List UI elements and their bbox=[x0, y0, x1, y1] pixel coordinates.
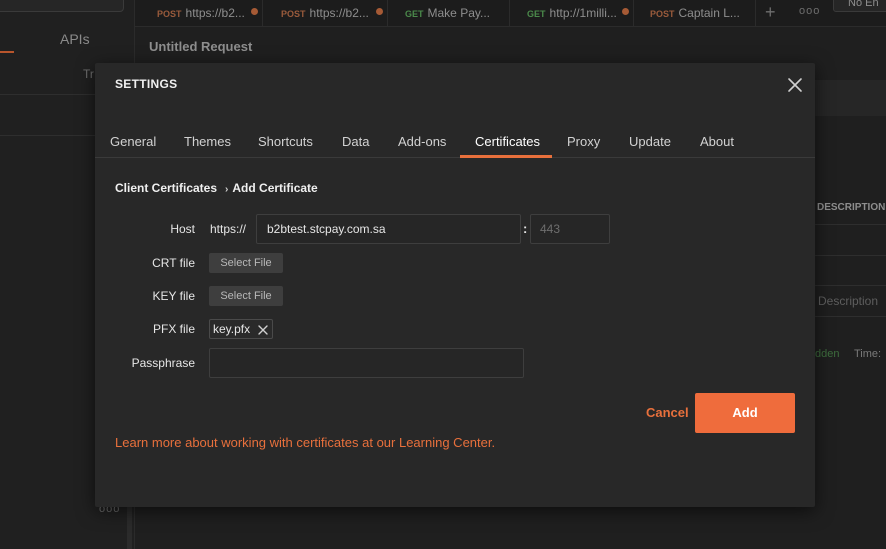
pfx-file-name: key.pfx bbox=[213, 322, 251, 336]
breadcrumb: Client Certificates › Add Certificate bbox=[115, 181, 318, 195]
sidebar-scrollbar[interactable] bbox=[127, 505, 132, 549]
method-badge: GET bbox=[527, 9, 546, 19]
sidebar-search-input[interactable] bbox=[0, 0, 124, 12]
pfx-file-label: PFX file bbox=[152, 322, 195, 336]
request-tab[interactable]: POST Captain L... bbox=[640, 0, 756, 26]
settings-modal: SETTINGS General Themes Shortcuts Data A… bbox=[95, 63, 815, 507]
host-protocol-prefix: https:// bbox=[210, 222, 247, 236]
tab-certificates[interactable]: Certificates bbox=[475, 134, 540, 149]
modal-title: SETTINGS bbox=[115, 77, 178, 91]
tab-shortcuts[interactable]: Shortcuts bbox=[258, 134, 313, 149]
cancel-button[interactable]: Cancel bbox=[646, 405, 689, 420]
method-badge: POST bbox=[157, 9, 182, 19]
tab-update[interactable]: Update bbox=[629, 134, 671, 149]
request-tab-title: http://1milli... bbox=[549, 6, 617, 20]
tab-data[interactable]: Data bbox=[342, 134, 369, 149]
environment-select[interactable]: No En bbox=[833, 0, 886, 12]
tab-add-ons[interactable]: Add-ons bbox=[398, 134, 446, 149]
unsaved-dot-icon bbox=[376, 8, 383, 15]
method-badge: GET bbox=[405, 9, 424, 19]
crt-file-label: CRT file bbox=[152, 256, 195, 270]
port-separator: : bbox=[523, 221, 528, 236]
settings-tabs: General Themes Shortcuts Data Add-ons Ce… bbox=[95, 122, 815, 158]
method-badge: POST bbox=[281, 9, 306, 19]
passphrase-label: Passphrase bbox=[131, 356, 195, 370]
request-tab-title: https://b2... bbox=[309, 6, 369, 20]
port-input[interactable]: 443 bbox=[530, 214, 610, 244]
key-select-file-button[interactable]: Select File bbox=[209, 286, 283, 306]
request-title: Untitled Request bbox=[149, 39, 253, 54]
method-badge: POST bbox=[650, 9, 675, 19]
unsaved-dot-icon bbox=[622, 8, 629, 15]
table-row-divider bbox=[815, 316, 886, 317]
request-tab[interactable]: POST https://b2... bbox=[147, 0, 263, 26]
crt-select-file-button[interactable]: Select File bbox=[209, 253, 283, 273]
description-column-header: DESCRIPTION bbox=[817, 202, 886, 213]
sidebar-active-tab-indicator bbox=[0, 51, 14, 53]
request-tab-title: Captain L... bbox=[678, 6, 740, 20]
sidebar-tab-apis[interactable]: APIs bbox=[60, 31, 90, 47]
add-button[interactable]: Add bbox=[695, 393, 795, 433]
unsaved-dot-icon bbox=[251, 8, 258, 15]
hidden-label: dden bbox=[815, 348, 840, 360]
remove-file-close-icon[interactable] bbox=[257, 323, 269, 335]
request-tab[interactable]: GET Make Pay... bbox=[395, 0, 510, 26]
learning-center-link[interactable]: Learn more about working with certificat… bbox=[115, 435, 495, 450]
host-input[interactable]: b2btest.stcpay.com.sa bbox=[256, 214, 521, 244]
request-tab[interactable]: POST https://b2... bbox=[271, 0, 388, 26]
chevron-right-icon: › bbox=[225, 184, 229, 195]
breadcrumb-client-certificates[interactable]: Client Certificates bbox=[115, 181, 217, 195]
tab-general[interactable]: General bbox=[110, 134, 156, 149]
request-tab-title: Make Pay... bbox=[427, 6, 490, 20]
pfx-file-chip: key.pfx bbox=[209, 319, 274, 339]
request-tab-title: https://b2... bbox=[185, 6, 245, 20]
url-bar-stub bbox=[815, 80, 886, 116]
tab-proxy[interactable]: Proxy bbox=[567, 134, 600, 149]
breadcrumb-add-certificate: Add Certificate bbox=[232, 181, 318, 195]
time-label: Time: bbox=[854, 348, 882, 360]
request-tab[interactable]: GET http://1milli... bbox=[517, 0, 634, 26]
active-tab-indicator bbox=[460, 155, 552, 158]
table-row-divider bbox=[815, 255, 886, 256]
table-row-divider bbox=[815, 224, 886, 225]
request-tab-bar: POST https://b2... POST https://b2... GET M… bbox=[135, 0, 886, 27]
host-label: Host bbox=[170, 222, 195, 236]
key-file-label: KEY file bbox=[152, 289, 195, 303]
tab-themes[interactable]: Themes bbox=[184, 134, 231, 149]
description-field[interactable]: Description bbox=[818, 294, 878, 308]
tab-options-icon[interactable]: ooo bbox=[799, 5, 820, 17]
passphrase-input[interactable] bbox=[209, 348, 524, 378]
tab-about[interactable]: About bbox=[700, 134, 734, 149]
table-row-divider bbox=[815, 285, 886, 286]
close-icon[interactable] bbox=[785, 75, 805, 95]
sidebar-partial-label: Tr bbox=[83, 67, 94, 81]
new-tab-plus-icon[interactable]: + bbox=[765, 2, 776, 23]
